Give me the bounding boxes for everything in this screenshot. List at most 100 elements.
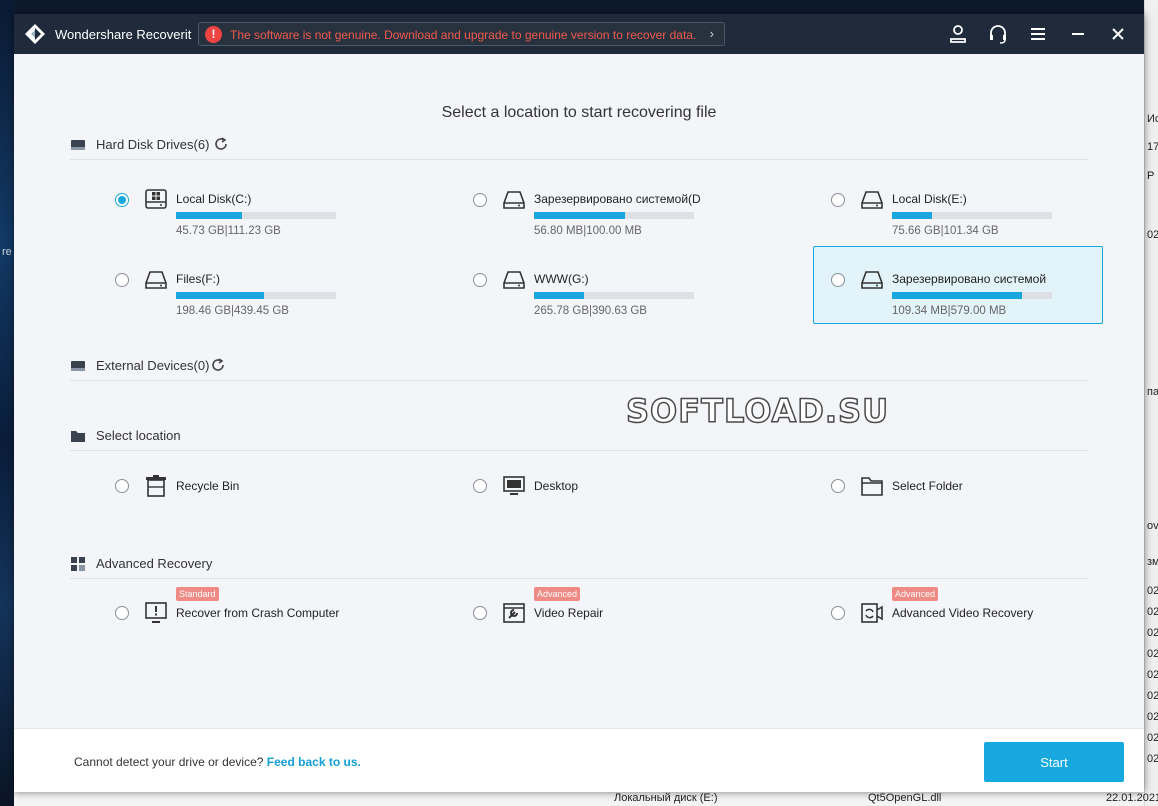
section-label: External Devices(0) bbox=[96, 358, 210, 373]
app-title: Wondershare Recoverit bbox=[55, 27, 192, 42]
location-desktop[interactable]: Desktop bbox=[472, 470, 762, 502]
explorer-fragment: 021 bbox=[1147, 732, 1158, 744]
explorer-fragment: Р bbox=[1147, 170, 1155, 182]
video-repair-icon bbox=[503, 603, 525, 623]
app-logo-icon bbox=[25, 24, 45, 44]
explorer-fragment: 02 7 bbox=[1147, 229, 1158, 241]
drive-item-f[interactable]: Files(F:) 198.46 GB|439.45 GB bbox=[114, 262, 404, 340]
drive-usage-fill bbox=[892, 292, 1022, 299]
explorer-file-date: 22.01.2021 bbox=[1106, 792, 1158, 804]
warning-text: The software is not genuine. Download an… bbox=[230, 28, 697, 42]
location-radio[interactable] bbox=[831, 479, 845, 493]
desktop-icon bbox=[503, 476, 525, 495]
explorer-fragment: 021 bbox=[1147, 669, 1158, 681]
recycle-bin-icon bbox=[146, 475, 166, 497]
drive-size: 75.66 GB|101.34 GB bbox=[892, 225, 999, 237]
advanced-radio[interactable] bbox=[473, 606, 487, 620]
start-button[interactable]: Start bbox=[984, 742, 1124, 782]
location-radio[interactable] bbox=[115, 479, 129, 493]
section-label: Hard Disk Drives(6) bbox=[96, 137, 210, 152]
advanced-video-repair[interactable]: Advanced Video Repair bbox=[472, 586, 762, 632]
drive-usage-bar bbox=[892, 212, 1052, 219]
explorer-bottom-left: Локальный диск (E:) bbox=[614, 792, 718, 804]
drive-icon bbox=[145, 271, 167, 289]
drive-icon bbox=[503, 271, 525, 289]
advanced-label: Advanced Video Recovery bbox=[892, 606, 1034, 620]
video-recovery-icon bbox=[861, 603, 883, 623]
advanced-radio[interactable] bbox=[115, 606, 129, 620]
drive-item-d[interactable]: Зарезервировано системой(D 56.80 MB|100.… bbox=[472, 182, 762, 260]
drive-size: 56.80 MB|100.00 MB bbox=[534, 225, 642, 237]
drive-radio[interactable] bbox=[473, 193, 487, 207]
feedback-link[interactable]: Feed back to us. bbox=[267, 755, 361, 769]
advanced-radio[interactable] bbox=[831, 606, 845, 620]
drive-usage-fill bbox=[534, 212, 626, 219]
genuine-warning-banner[interactable]: ! The software is not genuine. Download … bbox=[198, 22, 725, 46]
drive-icon bbox=[861, 271, 883, 289]
explorer-fragment: зме bbox=[1147, 556, 1158, 568]
section-select-location: Select location bbox=[70, 427, 1088, 451]
advanced-badge: Advanced bbox=[534, 587, 581, 601]
drive-usage-bar bbox=[176, 212, 336, 219]
drive-radio[interactable] bbox=[115, 193, 129, 207]
drive-item-reserved[interactable]: Зарезервировано системой 109.34 MB|579.0… bbox=[813, 246, 1103, 324]
explorer-fragment: 021 bbox=[1147, 753, 1158, 765]
section-advanced-recovery: Advanced Recovery bbox=[70, 555, 1088, 579]
drive-usage-fill bbox=[176, 292, 264, 299]
location-recycle-bin[interactable]: Recycle Bin bbox=[114, 470, 404, 502]
advanced-crash-computer[interactable]: Standard Recover from Crash Computer bbox=[114, 586, 404, 632]
menu-icon[interactable] bbox=[1026, 22, 1050, 46]
watermark: SOFTLOAD.SU bbox=[625, 391, 890, 431]
refresh-icon[interactable] bbox=[210, 357, 226, 373]
advanced-label: Recover from Crash Computer bbox=[176, 606, 340, 620]
location-label: Recycle Bin bbox=[176, 479, 240, 493]
drive-item-g[interactable]: WWW(G:) 265.78 GB|390.63 GB bbox=[472, 262, 762, 340]
background-explorer-window: Ис 178 Р 02 7 па ove зме 021 021 021 021… bbox=[1144, 0, 1158, 806]
drive-size: 265.78 GB|390.63 GB bbox=[534, 305, 647, 317]
section-label: Advanced Recovery bbox=[96, 556, 213, 571]
location-label: Desktop bbox=[534, 479, 579, 493]
close-icon[interactable] bbox=[1106, 22, 1130, 46]
desktop-wallpaper-top bbox=[14, 0, 1144, 14]
refresh-icon[interactable] bbox=[213, 136, 229, 152]
explorer-fragment: па bbox=[1147, 386, 1158, 398]
section-external-devices: External Devices(0) bbox=[70, 357, 1088, 381]
drive-item-c[interactable]: Local Disk(C:) 45.73 GB|111.23 GB bbox=[114, 182, 404, 260]
drive-size: 45.73 GB|111.23 GB bbox=[176, 225, 281, 237]
advanced-label: Video Repair bbox=[534, 606, 604, 620]
explorer-fragment: 021 bbox=[1147, 690, 1158, 702]
drive-usage-fill bbox=[534, 292, 584, 299]
drive-radio[interactable] bbox=[831, 193, 845, 207]
drive-name: Local Disk(E:) bbox=[892, 192, 967, 206]
user-icon[interactable] bbox=[946, 22, 970, 46]
drive-radio[interactable] bbox=[473, 273, 487, 287]
explorer-fragment: 021 bbox=[1147, 648, 1158, 660]
drive-usage-bar bbox=[534, 292, 694, 299]
headset-support-icon[interactable] bbox=[986, 22, 1010, 46]
drive-radio[interactable] bbox=[831, 273, 845, 287]
location-select-folder[interactable]: Select Folder bbox=[830, 470, 1120, 502]
drive-size: 109.34 MB|579.00 MB bbox=[892, 305, 1007, 317]
crash-computer-icon bbox=[145, 602, 167, 623]
minimize-icon[interactable] bbox=[1066, 22, 1090, 46]
desktop-fragment-text: re bbox=[2, 246, 12, 258]
location-label: Select Folder bbox=[892, 479, 963, 493]
drive-name: Files(F:) bbox=[176, 272, 220, 286]
hard-disk-icon bbox=[71, 140, 85, 150]
folder-icon bbox=[71, 431, 85, 442]
background-explorer-bottom: Локальный диск (E:) Qt5OpenGL.dll 22.01.… bbox=[14, 792, 1158, 806]
location-radio[interactable] bbox=[473, 479, 487, 493]
drive-radio[interactable] bbox=[115, 273, 129, 287]
section-hard-disk-drives: Hard Disk Drives(6) bbox=[70, 136, 1088, 160]
explorer-fragment: 021 bbox=[1147, 606, 1158, 618]
drive-usage-fill bbox=[176, 212, 242, 219]
explorer-fragment: 178 bbox=[1147, 141, 1158, 153]
drive-usage-bar bbox=[176, 292, 336, 299]
advanced-video-recovery[interactable]: Advanced Advanced Video Recovery bbox=[830, 586, 1120, 632]
section-label: Select location bbox=[96, 428, 181, 443]
title-bar: Wondershare Recoverit ! The software is … bbox=[14, 14, 1144, 54]
explorer-fragment: ove bbox=[1147, 520, 1158, 532]
drive-name: Local Disk(C:) bbox=[176, 192, 252, 206]
footer: Cannot detect your drive or device? Feed… bbox=[14, 728, 1144, 792]
drive-usage-bar bbox=[534, 212, 694, 219]
